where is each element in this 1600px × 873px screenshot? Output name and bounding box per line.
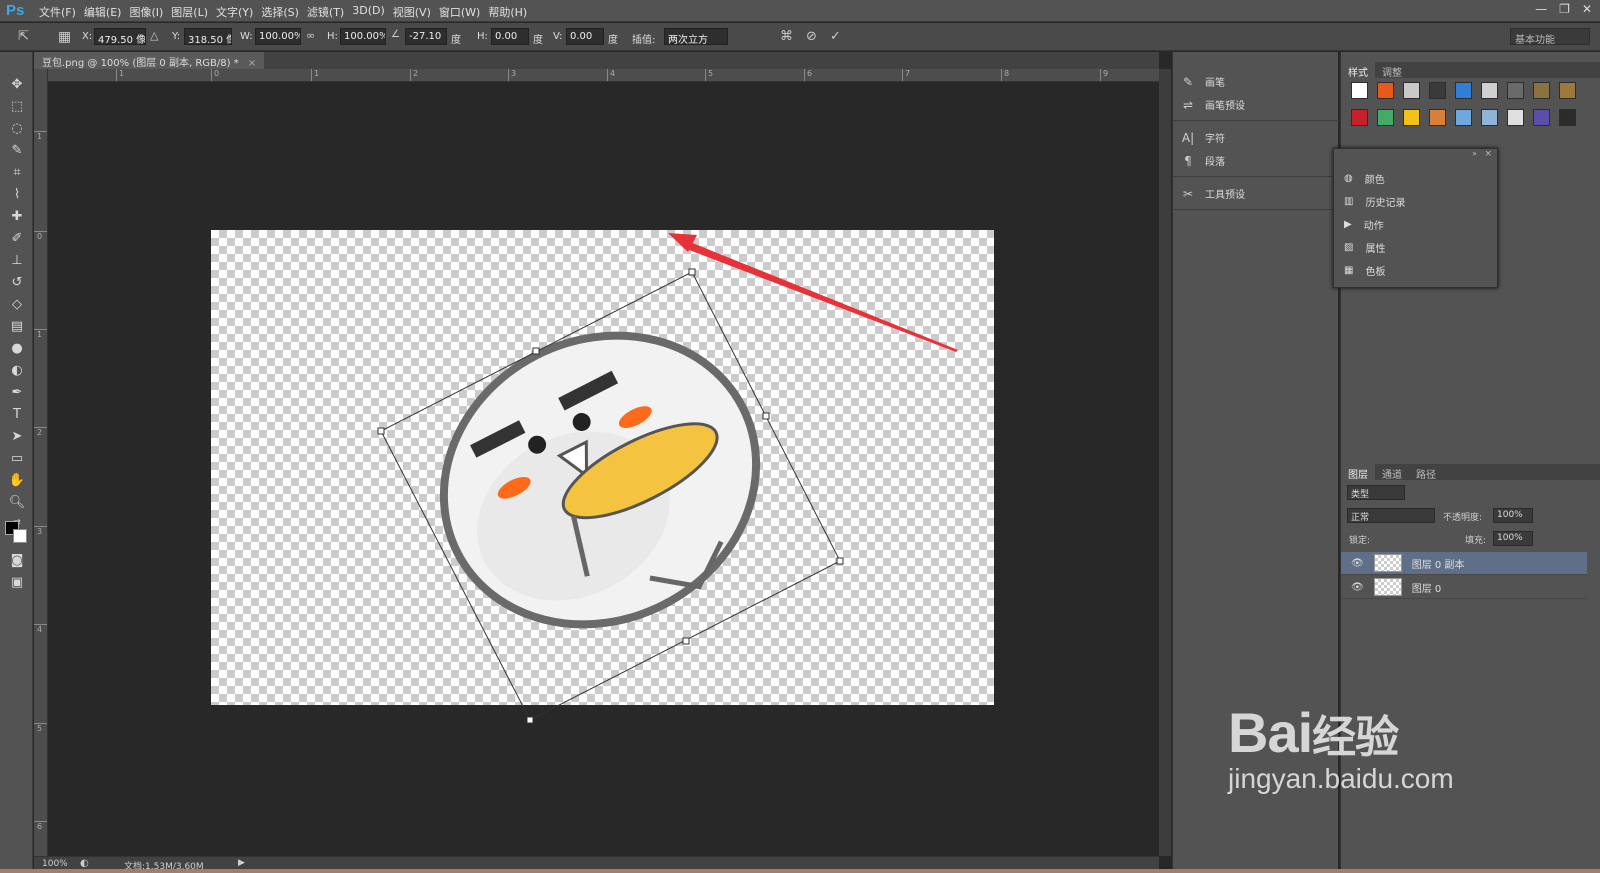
tab-channels[interactable]: 通道 [1375,464,1409,481]
style-swatch[interactable] [1377,109,1394,126]
lock-label: 锁定: [1349,536,1371,546]
layers-panel-tabs: 图层 通道 路径 [1341,464,1600,481]
style-swatch[interactable] [1377,82,1394,99]
style-swatch[interactable] [1533,82,1550,99]
brush-icon: ✎ [1182,74,1194,89]
color-icon: ◍ [1344,173,1353,184]
style-swatch[interactable] [1403,109,1420,126]
dock-divider [1173,120,1339,121]
style-swatch[interactable] [1481,82,1498,99]
character-icon: A| [1181,130,1195,145]
layer-name: 图层 0 [1411,583,1442,595]
style-swatch[interactable] [1507,109,1524,126]
panel-item-label: 属性 [1365,244,1386,255]
styles-panel-tabs: 样式 调整 [1341,62,1600,79]
panel-item-properties[interactable]: ▨ 属性 [1344,240,1385,255]
layer-row[interactable]: 👁︎ 图层 0 副本 [1341,552,1587,575]
watermark-brand-cn: 经验 [1312,713,1399,762]
layer-thumbnail [1373,554,1402,572]
style-swatch[interactable] [1429,109,1446,126]
panel-item-history[interactable]: ▥ 历史记录 [1344,194,1405,209]
fill-label: 填充: [1465,536,1487,546]
style-swatch[interactable] [1429,82,1446,99]
baidu-jingyan-watermark: Bai经验 jingyan.baidu.com [1228,700,1454,795]
doubao-character-image [439,331,761,629]
layer-filter-select[interactable]: 类型 [1347,485,1405,500]
dock-character-label: 字符 [1205,134,1225,145]
dock-divider [1173,176,1339,177]
floating-panel-group: » × ◍ 颜色 ▥ 历史记录 ▶ 动作 ▨ 属性 ▦ 色板 [1333,148,1498,288]
panel-item-label: 历史记录 [1365,198,1406,209]
style-swatch[interactable] [1351,109,1368,126]
fill-input[interactable]: 100% [1493,531,1533,546]
panel-item-label: 动作 [1363,221,1384,232]
dock-divider [1173,209,1339,210]
layer-name: 图层 0 副本 [1411,559,1465,571]
dock-paragraph[interactable]: ¶ 段落 [1181,153,1225,169]
dock-brush-label: 画笔 [1205,78,1225,89]
panel-item-color[interactable]: ◍ 颜色 [1344,171,1385,186]
collapse-icon[interactable]: » [1472,149,1477,158]
dock-paragraph-label: 段落 [1205,157,1225,168]
history-icon: ▥ [1344,196,1354,207]
panel-item-actions[interactable]: ▶ 动作 [1344,217,1384,232]
tab-styles[interactable]: 样式 [1341,62,1375,79]
style-swatch[interactable] [1533,109,1550,126]
style-swatch[interactable] [1403,82,1420,99]
tab-paths[interactable]: 路径 [1409,464,1443,481]
status-menu-icon[interactable]: ▶ [238,858,245,868]
properties-icon: ▨ [1344,242,1354,253]
layer-thumbnail [1373,578,1402,596]
swatches-icon: ▦ [1344,265,1354,276]
actions-icon: ▶ [1344,219,1352,230]
panel-item-swatches[interactable]: ▦ 色板 [1344,263,1385,278]
tool-preset-icon: ✂ [1182,186,1194,201]
opacity-input[interactable]: 100% [1493,508,1533,523]
style-swatch[interactable] [1559,82,1576,99]
style-swatch[interactable] [1559,109,1576,126]
style-swatch[interactable] [1351,82,1368,99]
layer-row[interactable]: 👁︎ 图层 0 [1341,576,1587,599]
eye-icon[interactable]: 👁︎ [1351,558,1364,569]
canvas-vertical-scrollbar[interactable] [1159,69,1171,856]
watermark-brand: Bai [1228,701,1313,764]
style-swatch[interactable] [1507,82,1524,99]
blend-mode-select[interactable]: 正常 [1347,508,1435,523]
dock-tool-preset-label: 工具预设 [1205,190,1245,201]
opacity-label: 不透明度: [1443,513,1483,523]
info-icon[interactable]: ◐ [80,858,89,869]
eye-icon[interactable]: 👁︎ [1351,582,1364,593]
dock-tool-preset[interactable]: ✂ 工具预设 [1181,186,1245,202]
style-swatch[interactable] [1455,109,1472,126]
dock-brush-preset[interactable]: ⇌ 画笔预设 [1181,97,1245,113]
dock-character[interactable]: A| 字符 [1181,130,1225,146]
red-arrow-annotation [668,233,958,352]
zoom-level[interactable]: 100% [42,859,68,869]
style-swatch[interactable] [1455,82,1472,99]
watermark-url: jingyan.baidu.com [1228,763,1454,794]
dock-brush[interactable]: ✎ 画笔 [1181,74,1225,90]
taskbar [0,869,1600,873]
close-icon[interactable]: × [1484,149,1492,159]
panel-item-label: 颜色 [1364,175,1385,186]
brush-preset-icon: ⇌ [1182,97,1194,112]
style-swatch[interactable] [1481,109,1498,126]
tab-layers[interactable]: 图层 [1341,464,1375,481]
panel-item-label: 色板 [1365,267,1386,278]
paragraph-icon: ¶ [1184,153,1192,168]
tab-adjustments[interactable]: 调整 [1375,62,1409,79]
dock-brush-preset-label: 画笔预设 [1205,101,1245,112]
